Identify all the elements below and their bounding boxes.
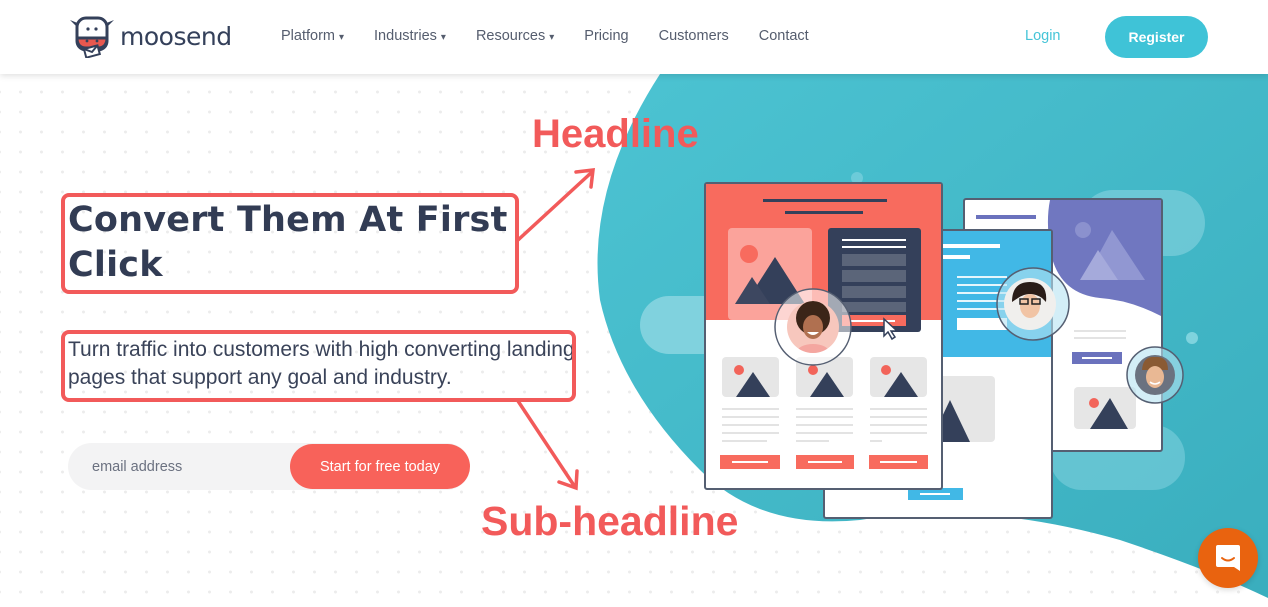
nav-item-pricing[interactable]: Pricing — [584, 28, 628, 44]
site-header: moosend Platform ▾ Industries ▾ Resources ▾… — [0, 0, 1268, 74]
nav-item-label: Contact — [758, 28, 809, 44]
nav-item-platform[interactable]: Platform ▾ — [281, 28, 344, 44]
caret-down-icon: ▾ — [339, 32, 345, 43]
nav-item-industries[interactable]: Industries ▾ — [374, 28, 446, 44]
caret-down-icon: ▾ — [549, 32, 555, 43]
caret-down-icon: ▾ — [440, 32, 446, 43]
nav-item-label: Resources — [475, 28, 546, 44]
avatar-man — [1126, 346, 1184, 404]
avatar-woman-glasses — [996, 267, 1070, 341]
nav-item-contact[interactable]: Contact — [759, 28, 809, 44]
start-free-button[interactable]: Start for free today — [290, 444, 470, 489]
email-input[interactable] — [68, 443, 288, 490]
login-link[interactable]: Login — [1025, 28, 1060, 44]
nav-item-label: Industries — [374, 28, 437, 44]
avatar-woman-curly — [774, 288, 852, 366]
subheadline-annotation-box — [61, 330, 576, 402]
brand-name: moosend — [120, 21, 232, 51]
register-button[interactable]: Register — [1105, 16, 1208, 58]
nav-item-resources[interactable]: Resources ▾ — [476, 28, 554, 44]
headline-annotation-box — [61, 193, 519, 294]
annotation-arrow-headline — [516, 168, 595, 242]
decor-dot — [1186, 332, 1198, 344]
nav-item-label: Customers — [658, 28, 729, 44]
nav-item-label: Platform — [281, 28, 335, 44]
chat-icon — [1216, 545, 1240, 571]
signup-form: Start for free today — [68, 443, 470, 490]
brand-logo[interactable]: moosend — [68, 14, 232, 58]
subheadline-annotation-label: Sub-headline — [481, 498, 739, 544]
annotation-arrow-subheadline — [516, 399, 579, 491]
main-nav: Platform ▾ Industries ▾ Resources ▾ Pricing… — [281, 28, 839, 44]
cow-logo-icon — [70, 16, 114, 58]
nav-item-customers[interactable]: Customers — [659, 28, 729, 44]
headline-annotation-label: Headline — [532, 112, 699, 156]
chat-launcher-button[interactable] — [1198, 528, 1258, 588]
nav-item-label: Pricing — [584, 28, 629, 44]
